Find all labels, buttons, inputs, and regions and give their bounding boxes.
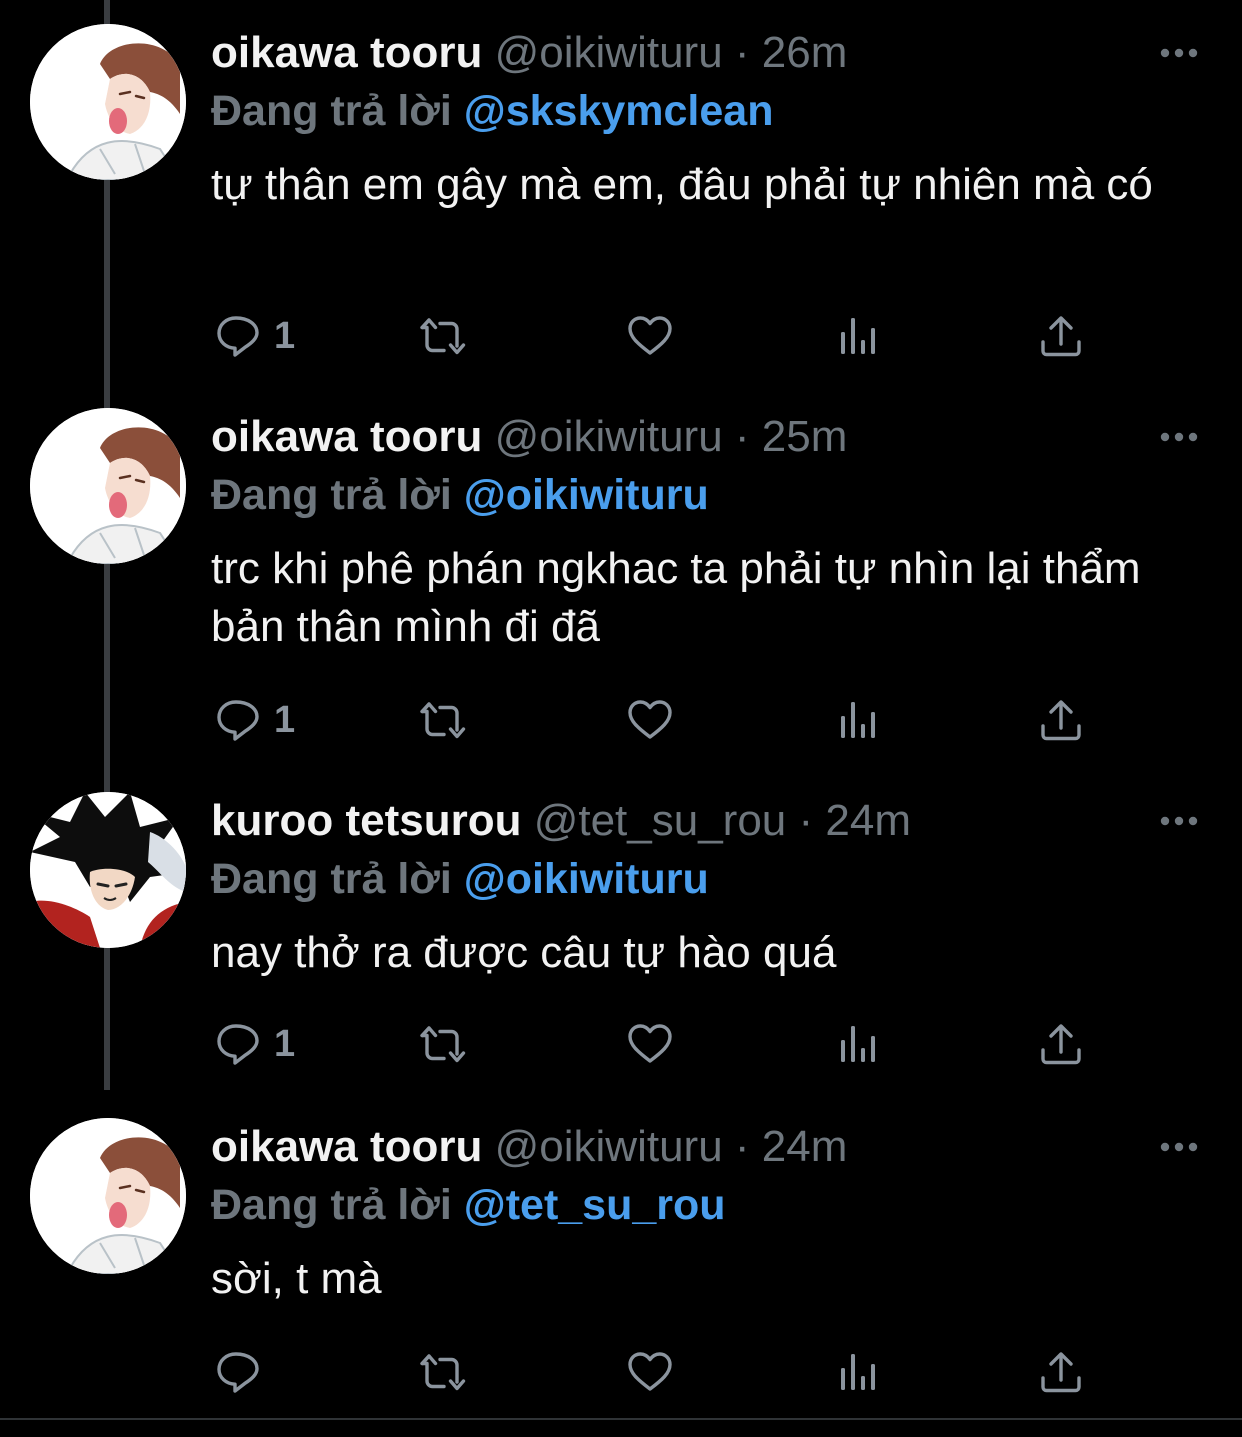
share-button[interactable] — [1037, 1016, 1085, 1072]
share-icon — [1037, 696, 1085, 744]
tweet-text: sời, t mà — [211, 1254, 382, 1303]
tweet-header: kuroo tetsurou @tet_su_rou · 24m — [211, 792, 911, 850]
tweet-text: nay thở ra được câu tự hào quá — [211, 928, 837, 977]
heart-icon — [626, 1348, 674, 1396]
like-button[interactable] — [626, 1016, 674, 1072]
display-name[interactable]: oikawa tooru — [211, 412, 482, 461]
user-handle[interactable]: @tet_su_rou — [534, 796, 787, 845]
analytics-icon — [833, 696, 881, 744]
tweet-actions: 1 — [0, 692, 1242, 748]
like-button[interactable] — [626, 692, 674, 748]
replying-to: Đang trả lời @tet_su_rou — [211, 1176, 726, 1234]
heart-icon — [626, 312, 674, 360]
reply-icon — [214, 1348, 262, 1396]
reply-button[interactable]: 1 — [214, 308, 295, 364]
retweet-icon — [418, 696, 466, 744]
analytics-button[interactable] — [833, 692, 881, 748]
tweet-header: oikawa tooru @oikiwituru · 24m — [211, 1118, 847, 1176]
timestamp[interactable]: 25m — [762, 412, 848, 461]
heart-icon — [626, 696, 674, 744]
display-name[interactable]: oikawa tooru — [211, 28, 482, 77]
more-icon[interactable] — [1155, 408, 1203, 466]
share-icon — [1037, 312, 1085, 360]
timestamp[interactable]: 24m — [762, 1122, 848, 1171]
reply-icon — [214, 1020, 262, 1068]
analytics-button[interactable] — [833, 308, 881, 364]
tweet-header: oikawa tooru @oikiwituru · 25m — [211, 408, 847, 466]
replying-to: Đang trả lời @oikiwituru — [211, 850, 709, 908]
heart-icon — [626, 1020, 674, 1068]
retweet-icon — [418, 1020, 466, 1068]
display-name[interactable]: oikawa tooru — [211, 1122, 482, 1171]
tweet-text: trc khi phê phán ngkhac ta phải tự nhìn … — [211, 544, 1141, 651]
replying-to-label: Đang trả lời — [211, 1181, 452, 1229]
divider — [0, 1418, 1242, 1420]
reply-count: 1 — [274, 1022, 296, 1065]
tweet-actions — [0, 1344, 1242, 1400]
reply-mention-link[interactable]: @oikiwituru — [464, 855, 709, 903]
reply-button[interactable]: 1 — [214, 1016, 295, 1072]
reply-mention-link[interactable]: @tet_su_rou — [464, 1181, 726, 1229]
analytics-icon — [833, 312, 881, 360]
reply-count: 1 — [274, 698, 296, 741]
tweet-header: oikawa tooru @oikiwituru · 26m — [211, 24, 847, 82]
share-button[interactable] — [1037, 308, 1085, 364]
timestamp[interactable]: 26m — [762, 28, 848, 77]
like-button[interactable] — [626, 308, 674, 364]
analytics-icon — [833, 1020, 881, 1068]
more-icon[interactable] — [1155, 24, 1203, 82]
reply-button[interactable]: 1 — [214, 692, 295, 748]
separator: · — [734, 1122, 750, 1171]
avatar[interactable] — [30, 408, 186, 564]
display-name[interactable]: kuroo tetsurou — [211, 796, 521, 845]
user-handle[interactable]: @oikiwituru — [495, 1122, 723, 1171]
retweet-button[interactable] — [418, 692, 466, 748]
user-handle[interactable]: @oikiwituru — [495, 28, 723, 77]
replying-to-label: Đang trả lời — [211, 471, 452, 519]
retweet-button[interactable] — [418, 1016, 466, 1072]
share-button[interactable] — [1037, 1344, 1085, 1400]
avatar[interactable] — [30, 792, 186, 948]
user-handle[interactable]: @oikiwituru — [495, 412, 723, 461]
reply-button[interactable] — [214, 1344, 274, 1400]
reply-mention-link[interactable]: @skskymclean — [464, 87, 774, 135]
retweet-icon — [418, 1348, 466, 1396]
tweet-actions: 1 — [0, 308, 1242, 364]
replying-to-label: Đang trả lời — [211, 87, 452, 135]
reply-mention-link[interactable]: @oikiwituru — [464, 471, 709, 519]
avatar[interactable] — [30, 1118, 186, 1274]
reply-count: 1 — [274, 314, 296, 357]
like-button[interactable] — [626, 1344, 674, 1400]
analytics-button[interactable] — [833, 1344, 881, 1400]
separator: · — [798, 796, 814, 845]
separator: · — [734, 28, 750, 77]
avatar[interactable] — [30, 24, 186, 180]
retweet-button[interactable] — [418, 1344, 466, 1400]
share-icon — [1037, 1020, 1085, 1068]
reply-icon — [214, 312, 262, 360]
timestamp[interactable]: 24m — [825, 796, 911, 845]
tweet-actions: 1 — [0, 1016, 1242, 1072]
replying-to: Đang trả lời @skskymclean — [211, 82, 773, 140]
analytics-button[interactable] — [833, 1016, 881, 1072]
share-icon — [1037, 1348, 1085, 1396]
replying-to: Đang trả lời @oikiwituru — [211, 466, 709, 524]
more-icon[interactable] — [1155, 1118, 1203, 1176]
tweet-text: tự thân em gây mà em, đâu phải tự nhiên … — [211, 160, 1153, 209]
reply-icon — [214, 696, 262, 744]
replying-to-label: Đang trả lời — [211, 855, 452, 903]
retweet-icon — [418, 312, 466, 360]
retweet-button[interactable] — [418, 308, 466, 364]
share-button[interactable] — [1037, 692, 1085, 748]
more-icon[interactable] — [1155, 792, 1203, 850]
separator: · — [734, 412, 750, 461]
analytics-icon — [833, 1348, 881, 1396]
